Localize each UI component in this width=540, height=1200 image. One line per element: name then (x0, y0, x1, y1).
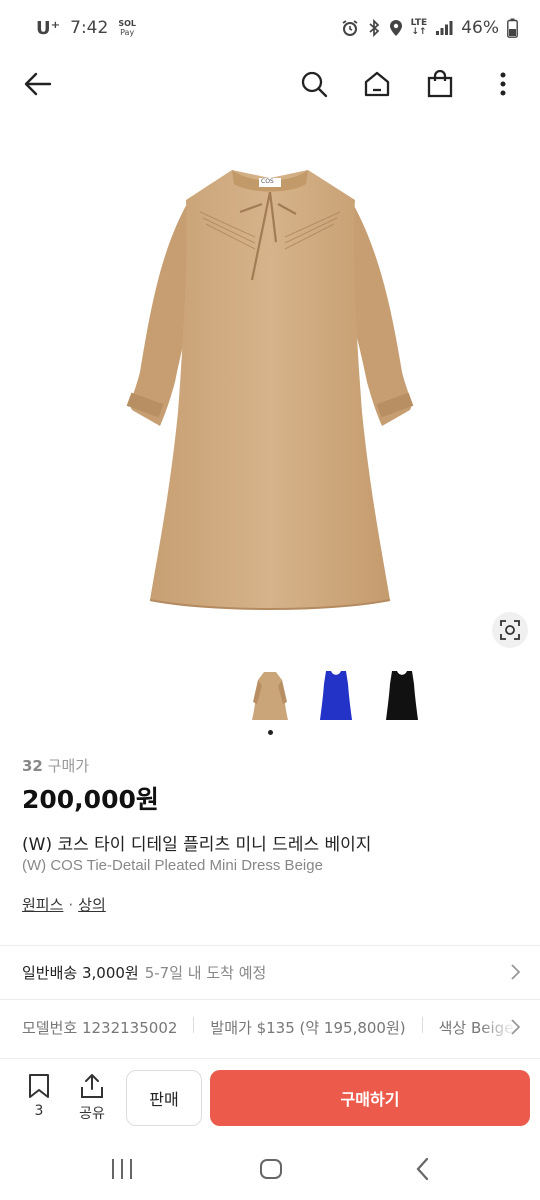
category-link-dress[interactable]: 원피스 (22, 896, 63, 914)
shipping-main: 일반배송 3,000원 (22, 963, 139, 982)
category-breadcrumb: 원피스 · 상의 (22, 894, 106, 915)
product-title-ko: (W) 코스 타이 디테일 플리츠 미니 드레스 베이지 (22, 835, 372, 855)
system-back-button[interactable] (408, 1156, 438, 1182)
signal-icon (435, 20, 453, 36)
carousel-indicator (268, 730, 273, 735)
carrier-label: U⁺ (36, 17, 61, 39)
shipping-row[interactable]: 일반배송 3,000원 5-7일 내 도착 예정 (0, 946, 540, 998)
thumbnail-black[interactable] (384, 668, 420, 724)
product-image[interactable]: COS (0, 112, 540, 657)
share-button[interactable]: 공유 (74, 1073, 110, 1129)
bookmark-count: 3 (34, 1103, 44, 1119)
shopping-bag-icon (427, 70, 453, 98)
purchase-count-number: 32 (22, 757, 43, 775)
recent-apps-icon (112, 1159, 132, 1179)
alarm-icon (341, 19, 359, 37)
search-button[interactable] (296, 66, 332, 102)
purchase-count-label: 구매가 (47, 757, 90, 775)
system-back-icon (416, 1157, 429, 1181)
dress-image (126, 170, 414, 610)
image-search-button[interactable] (492, 612, 528, 648)
top-app-bar (0, 56, 540, 112)
bookmark-icon (29, 1074, 49, 1098)
home-circle-icon (260, 1159, 282, 1179)
recent-apps-button[interactable] (107, 1156, 137, 1182)
chevron-right-icon (511, 1019, 520, 1035)
category-separator: · (68, 896, 74, 914)
info-separator (421, 1017, 423, 1033)
more-button[interactable] (485, 66, 521, 102)
bluetooth-icon (367, 19, 381, 37)
share-icon (81, 1074, 103, 1098)
system-navigation-bar (0, 1138, 540, 1200)
lte-icon: LTE ↓↑ (410, 18, 428, 37)
category-link-top[interactable]: 상의 (78, 896, 106, 914)
thumbnail-beige[interactable] (252, 668, 288, 724)
release-price: 발매가 $135 (약 195,800원) (210, 1019, 406, 1037)
battery-percent: 46% (461, 18, 499, 38)
battery-icon (507, 18, 518, 38)
shipping-sub: 5-7일 내 도착 예정 (144, 963, 267, 982)
share-label: 공유 (79, 1106, 105, 1122)
purchase-count: 32 구매가 (22, 755, 89, 776)
chevron-right-icon (511, 964, 520, 980)
buy-button[interactable]: 구매하기 (210, 1070, 530, 1126)
sol-pay-top: SOL (118, 19, 136, 28)
location-icon (389, 19, 403, 37)
thumbnail-strip (0, 668, 540, 728)
sell-button[interactable]: 판매 (126, 1070, 202, 1126)
brand-tag: COS (261, 178, 274, 185)
home-button[interactable] (359, 66, 395, 102)
model-number: 모델번호 1232135002 (22, 1019, 178, 1037)
info-separator (193, 1017, 195, 1033)
back-button[interactable] (20, 66, 56, 102)
sol-pay-icon: SOL Pay (118, 19, 136, 37)
sol-pay-bottom: Pay (120, 28, 135, 37)
lens-scan-icon (500, 620, 520, 640)
product-info-row[interactable]: 모델번호 1232135002 발매가 $135 (약 195,800원) 색상… (0, 1000, 540, 1054)
status-bar: U⁺ 7:42 SOL Pay LTE ↓↑ 46% (0, 0, 540, 56)
shopping-bag-button[interactable] (422, 66, 458, 102)
search-icon (301, 71, 328, 98)
back-arrow-icon (24, 72, 52, 96)
product-title-en: (W) COS Tie-Detail Pleated Mini Dress Be… (22, 857, 323, 874)
bottom-action-bar: 3 공유 판매 구매하기 (0, 1058, 540, 1138)
bookmark-button[interactable]: 3 (22, 1073, 56, 1129)
home-icon (364, 71, 390, 97)
system-home-button[interactable] (256, 1156, 286, 1182)
price: 200,000원 (22, 785, 159, 814)
thumbnail-blue[interactable] (318, 668, 354, 724)
status-time: 7:42 (70, 18, 109, 38)
more-vertical-icon (500, 72, 506, 96)
